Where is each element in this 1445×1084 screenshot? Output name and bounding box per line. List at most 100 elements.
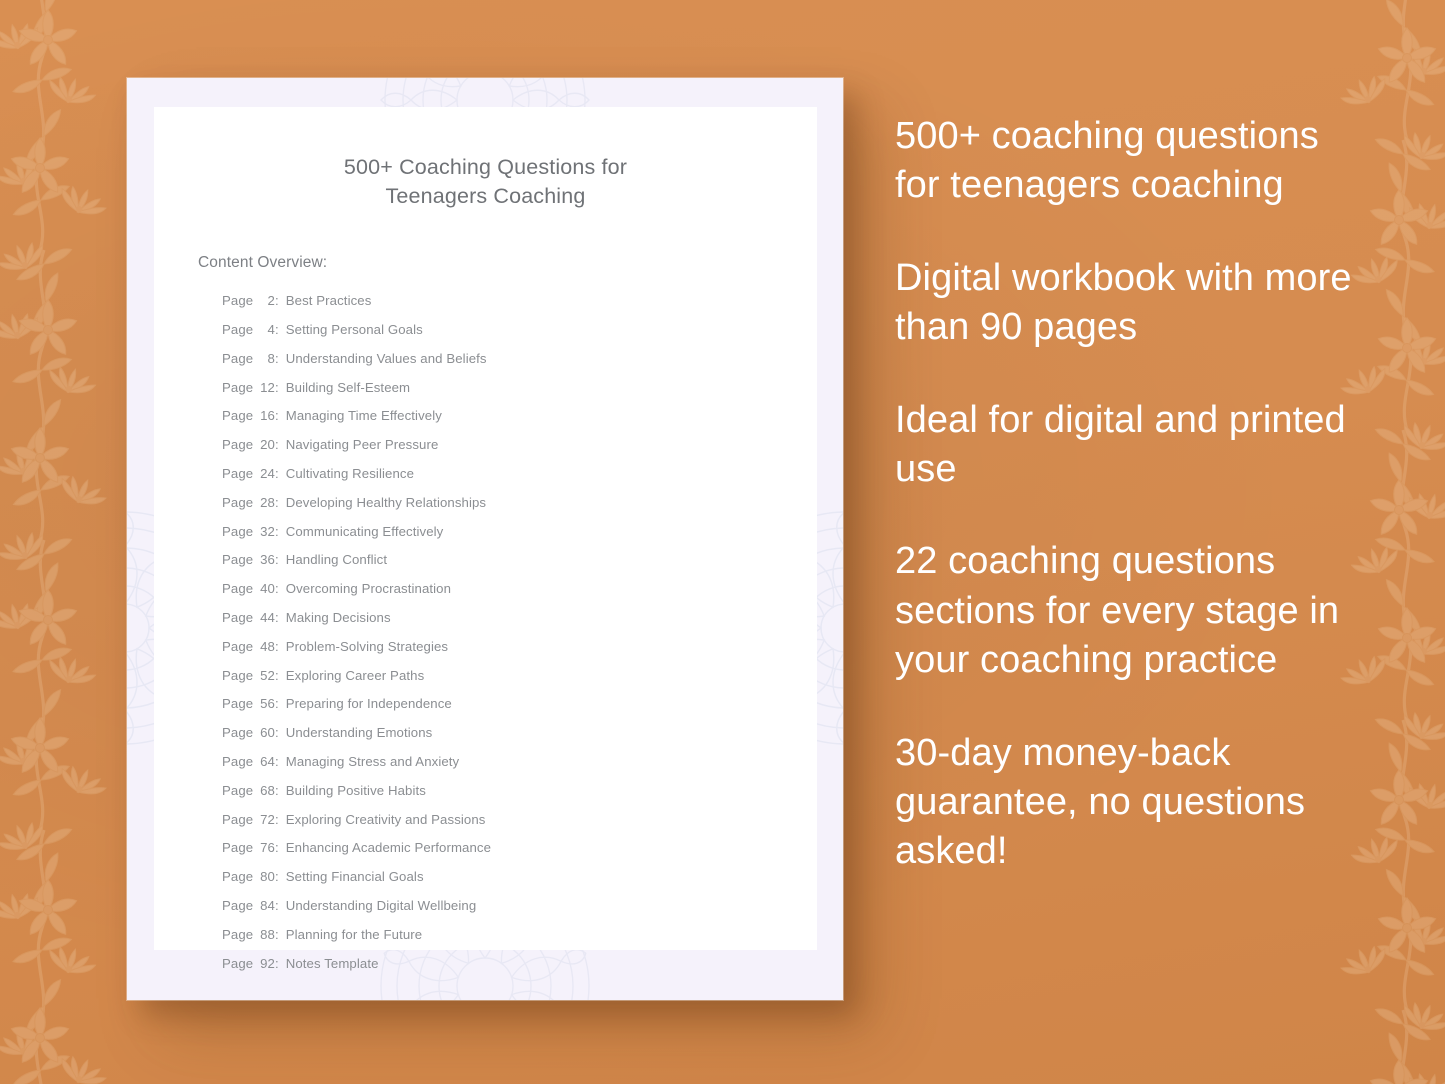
toc-entry[interactable]: Page 52: Exploring Career Paths — [222, 661, 817, 690]
toc-entry-page-number: 44 — [260, 610, 275, 626]
toc-entry-page-word: Page — [222, 811, 254, 827]
toc-entry-page-word: Page — [222, 696, 254, 712]
toc-entry-page-number: 64 — [260, 754, 275, 770]
toc-entry[interactable]: Page 20: Navigating Peer Pressure — [222, 430, 817, 459]
toc-entry-page-number: 12 — [260, 379, 275, 395]
toc-entry[interactable]: Page 28: Developing Healthy Relationships — [222, 488, 817, 517]
toc-entry[interactable]: Page 44: Making Decisions — [222, 603, 817, 632]
toc-entry-page-number: 4 — [267, 322, 275, 338]
toc-entry-title: Understanding Values and Beliefs — [285, 350, 487, 366]
toc-entry-page: Page 56: — [222, 696, 279, 712]
toc-entry-page-number: 24 — [260, 466, 275, 482]
toc-entry-page: Page 64: — [222, 754, 279, 770]
toc-entry[interactable]: Page 64: Managing Stress and Anxiety — [222, 747, 817, 776]
toc-entry-page-word: Page — [222, 869, 254, 885]
toc-entry-page-number: 28 — [260, 494, 275, 510]
toc-entry-page-number: 56 — [260, 696, 275, 712]
toc-entry-page: Page 72: — [222, 811, 279, 827]
toc-entry-page: Page 28: — [222, 494, 279, 510]
toc-entry[interactable]: Page 4: Setting Personal Goals — [222, 315, 817, 344]
toc-entry-page-word: Page — [222, 638, 254, 654]
toc-entry-page-word: Page — [222, 667, 254, 683]
benefit-item: Digital workbook with more than 90 pages — [895, 256, 1352, 349]
toc-entry[interactable]: Page 80: Setting Financial Goals — [222, 862, 817, 891]
toc-entry-page-number: 52 — [260, 667, 275, 683]
toc-entry-page-word: Page — [222, 293, 254, 309]
toc-entry[interactable]: Page 84: Understanding Digital Wellbeing — [222, 891, 817, 920]
toc-entry-page-number: 80 — [260, 869, 275, 885]
toc-entry-page: Page 2: — [222, 293, 279, 309]
toc-entry-page-word: Page — [222, 466, 254, 482]
toc-entry[interactable]: Page 72: Exploring Creativity and Passion… — [222, 805, 817, 834]
toc-entry[interactable]: Page 92: Notes Template — [222, 949, 817, 978]
toc-entry-title: Setting Personal Goals — [285, 322, 423, 338]
toc-entry-title: Notes Template — [285, 955, 379, 971]
toc-entry-page: Page 8: — [222, 350, 279, 366]
toc-entry-page-number: 16 — [260, 408, 275, 424]
toc-entry-page-word: Page — [222, 350, 254, 366]
benefit-item: 500+ coaching questions for teenagers co… — [895, 115, 1319, 207]
toc-entry-page: Page 16: — [222, 408, 279, 424]
toc-entry-page-number: 2 — [267, 293, 275, 309]
toc-entry[interactable]: Page 56: Preparing for Independence — [222, 690, 817, 719]
toc-entry[interactable]: Page 24: Cultivating Resilience — [222, 459, 817, 488]
content-overview-label: Content Overview: — [198, 254, 328, 272]
toc-entry-title: Planning for the Future — [285, 926, 423, 942]
toc-entry[interactable]: Page 88: Planning for the Future — [222, 920, 817, 949]
toc-entry-page-word: Page — [222, 754, 254, 770]
toc-entry-page-word: Page — [222, 840, 254, 856]
toc-entry-page-number: 68 — [260, 782, 275, 798]
toc-entry-title: Developing Healthy Relationships — [285, 494, 487, 510]
toc-entry-page: Page 84: — [222, 898, 279, 913]
toc-entry-title: Best Practices — [285, 293, 372, 309]
toc-entry[interactable]: Page 40: Overcoming Procrastination — [222, 574, 817, 603]
toc-entry-title: Managing Time Effectively — [285, 408, 442, 424]
toc-entry[interactable]: Page 2: Best Practices — [222, 286, 817, 315]
toc-entry-page: Page 40: — [222, 581, 279, 597]
toc-entry-page-word: Page — [222, 494, 254, 510]
benefit-item: 30-day money-back guarantee, no question… — [895, 731, 1306, 873]
toc-entry-page-word: Page — [222, 437, 254, 453]
toc-entry-page: Page 48: — [222, 638, 279, 654]
toc-entry[interactable]: Page 16: Managing Time Effectively — [222, 402, 817, 431]
benefit-item: 22 coaching questions sections for every… — [895, 540, 1340, 682]
toc-entry-page: Page 80: — [222, 869, 279, 885]
toc-entry-page-number: 36 — [260, 552, 275, 568]
toc-entry-page: Page 88: — [222, 926, 279, 942]
toc-entry-page: Page 68: — [222, 782, 279, 798]
toc-entry[interactable]: Page 76: Enhancing Academic Performance — [222, 834, 817, 863]
toc-entry-page-word: Page — [222, 379, 254, 395]
toc-entry[interactable]: Page 8: Understanding Values and Beliefs — [222, 344, 817, 373]
toc-entry-title: Understanding Digital Wellbeing — [285, 898, 477, 913]
benefits-list: 500+ coaching questions for teenagers co… — [895, 112, 1365, 877]
toc-entry-page: Page 76: — [222, 840, 279, 856]
toc-entry-page-number: 8 — [267, 350, 275, 366]
toc-entry[interactable]: Page 12: Building Self-Esteem — [222, 373, 817, 402]
toc-entry-page-number: 48 — [260, 638, 275, 654]
toc-entry-page-word: Page — [222, 725, 254, 741]
toc-entry-page-number: 92 — [260, 955, 275, 971]
toc-entry-title: Cultivating Resilience — [285, 466, 415, 482]
toc-entry-page-word: Page — [222, 898, 254, 913]
document-preview-card[interactable]: 500+ Coaching Questions for Teenagers Co… — [127, 78, 843, 1000]
toc-entry-page: Page 12: — [222, 379, 279, 395]
document-page-sheet: 500+ Coaching Questions for Teenagers Co… — [154, 107, 817, 970]
toc-entry-page: Page 36: — [222, 552, 279, 568]
toc-entry-title: Preparing for Independence — [285, 696, 452, 712]
toc-entry-page: Page 92: — [222, 955, 279, 971]
toc-entry[interactable]: Page 60: Understanding Emotions — [222, 718, 817, 747]
toc-entry[interactable]: Page 68: Building Positive Habits — [222, 776, 817, 805]
toc-entry[interactable]: Page 48: Problem-Solving Strategies — [222, 632, 817, 661]
benefit-item: Ideal for digital and printed use — [895, 398, 1346, 490]
toc-entry[interactable]: Page 32: Communicating Effectively — [222, 517, 817, 546]
toc-entry-title: Managing Stress and Anxiety — [285, 754, 460, 770]
toc-entry-title: Exploring Career Paths — [285, 667, 425, 683]
toc-entry-title: Building Self-Esteem — [285, 379, 411, 395]
toc-entry-title: Setting Financial Goals — [285, 869, 424, 885]
toc-entry-page-number: 84 — [260, 898, 275, 913]
toc-entry[interactable]: Page 36: Handling Conflict — [222, 546, 817, 575]
toc-entry-title: Overcoming Procrastination — [285, 581, 452, 597]
toc-entry-page-word: Page — [222, 610, 254, 626]
toc-entry-page: Page 20: — [222, 437, 279, 453]
table-of-contents-list: Page 2: Best Practices Page 4: Setting Pers… — [154, 286, 817, 977]
